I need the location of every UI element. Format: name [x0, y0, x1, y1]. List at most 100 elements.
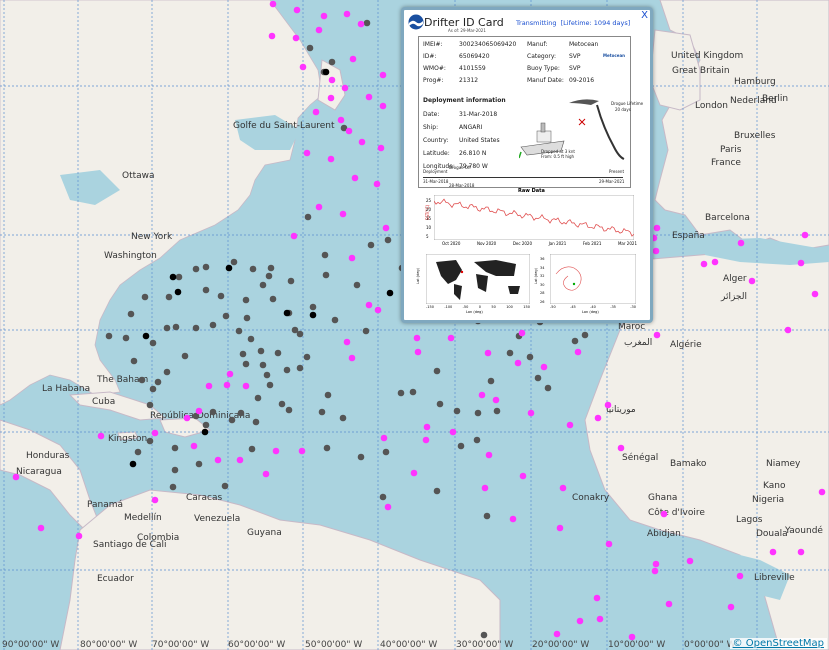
drifter-marker-magenta[interactable]	[315, 203, 323, 211]
drifter-marker-gray[interactable]	[217, 292, 225, 300]
drifter-marker-gray[interactable]	[304, 213, 312, 221]
drifter-marker-black[interactable]	[174, 288, 182, 296]
drifter-marker-gray[interactable]	[544, 384, 552, 392]
drifter-marker-black[interactable]	[225, 264, 233, 272]
drifter-marker-magenta[interactable]	[341, 84, 349, 92]
drifter-marker-magenta[interactable]	[351, 174, 359, 182]
drifter-marker-magenta[interactable]	[358, 138, 366, 146]
drifter-marker-magenta[interactable]	[574, 348, 582, 356]
drifter-marker-magenta[interactable]	[37, 524, 45, 532]
drifter-marker-magenta[interactable]	[423, 423, 431, 431]
drifter-marker-magenta[interactable]	[384, 503, 392, 511]
drifter-marker-magenta[interactable]	[312, 108, 320, 116]
drifter-marker-gray[interactable]	[534, 374, 542, 382]
drifter-marker-magenta[interactable]	[379, 102, 387, 110]
drifter-marker-gray[interactable]	[141, 293, 149, 301]
drifter-marker-magenta[interactable]	[293, 6, 301, 14]
drifter-marker-magenta[interactable]	[223, 381, 231, 389]
drifter-marker-gray[interactable]	[382, 448, 390, 456]
drifter-marker-magenta[interactable]	[660, 510, 668, 518]
drifter-marker-gray[interactable]	[172, 323, 180, 331]
drifter-marker-gray[interactable]	[331, 316, 339, 324]
drifter-marker-magenta[interactable]	[298, 447, 306, 455]
drifter-marker-magenta[interactable]	[485, 451, 493, 459]
drifter-marker-gray[interactable]	[274, 349, 282, 357]
drifter-marker-gray[interactable]	[221, 482, 229, 490]
drifter-marker-gray[interactable]	[453, 407, 461, 415]
drifter-marker-gray[interactable]	[285, 406, 293, 414]
drifter-marker-magenta[interactable]	[151, 496, 159, 504]
drifter-marker-gray[interactable]	[487, 377, 495, 385]
drifter-marker-gray[interactable]	[474, 409, 482, 417]
drifter-marker-gray[interactable]	[263, 371, 271, 379]
drifter-marker-gray[interactable]	[296, 330, 304, 338]
drifter-marker-magenta[interactable]	[784, 326, 792, 334]
drifter-marker-gray[interactable]	[146, 401, 154, 409]
drifter-marker-gray[interactable]	[493, 407, 501, 415]
drifter-marker-magenta[interactable]	[540, 363, 548, 371]
drifter-marker-magenta[interactable]	[345, 127, 353, 135]
drifter-marker-gray[interactable]	[526, 353, 534, 361]
drifter-marker-gray[interactable]	[195, 460, 203, 468]
drifter-marker-magenta[interactable]	[727, 603, 735, 611]
drifter-marker-magenta[interactable]	[349, 55, 357, 63]
drifter-marker-magenta[interactable]	[379, 71, 387, 79]
drifter-marker-magenta[interactable]	[519, 472, 527, 480]
drifter-marker-gray[interactable]	[202, 421, 210, 429]
drifter-marker-magenta[interactable]	[365, 301, 373, 309]
drifter-marker-magenta[interactable]	[556, 524, 564, 532]
drifter-marker-magenta[interactable]	[374, 306, 382, 314]
drifter-marker-gray[interactable]	[169, 483, 177, 491]
drifter-marker-gray[interactable]	[480, 631, 488, 639]
drifter-marker-magenta[interactable]	[299, 63, 307, 71]
drifter-marker-magenta[interactable]	[604, 401, 612, 409]
drifter-marker-black[interactable]	[283, 309, 291, 317]
drifter-marker-gray[interactable]	[581, 331, 589, 339]
drifter-marker-gray[interactable]	[163, 368, 171, 376]
drifter-marker-gray[interactable]	[267, 264, 275, 272]
drifter-marker-gray[interactable]	[265, 272, 273, 280]
drifter-marker-gray[interactable]	[202, 286, 210, 294]
drifter-marker-gray[interactable]	[228, 416, 236, 424]
drifter-marker-magenta[interactable]	[12, 473, 20, 481]
drifter-marker-black[interactable]	[322, 68, 330, 76]
drifter-marker-magenta[interactable]	[262, 470, 270, 478]
drifter-marker-gray[interactable]	[339, 414, 347, 422]
drifter-marker-gray[interactable]	[247, 335, 255, 343]
drifter-marker-gray[interactable]	[171, 444, 179, 452]
drifter-marker-magenta[interactable]	[343, 10, 351, 18]
drifter-marker-magenta[interactable]	[151, 429, 159, 437]
drifter-marker-magenta[interactable]	[653, 331, 661, 339]
drifter-marker-magenta[interactable]	[214, 456, 222, 464]
drifter-marker-gray[interactable]	[259, 361, 267, 369]
drifter-marker-magenta[interactable]	[769, 548, 777, 556]
drifter-marker-gray[interactable]	[433, 367, 441, 375]
drifter-marker-magenta[interactable]	[292, 34, 300, 42]
drifter-marker-magenta[interactable]	[447, 334, 455, 342]
drifter-marker-gray[interactable]	[175, 273, 183, 281]
drifter-marker-magenta[interactable]	[195, 407, 203, 415]
drifter-marker-magenta[interactable]	[518, 329, 526, 337]
drifter-marker-magenta[interactable]	[272, 447, 280, 455]
drifter-marker-gray[interactable]	[105, 332, 113, 340]
drifter-marker-magenta[interactable]	[410, 469, 418, 477]
drifter-marker-magenta[interactable]	[797, 548, 805, 556]
drifter-marker-magenta[interactable]	[226, 370, 234, 378]
drifter-marker-gray[interactable]	[379, 493, 387, 501]
drifter-marker-gray[interactable]	[252, 418, 260, 426]
drifter-marker-magenta[interactable]	[268, 32, 276, 40]
drifter-marker-gray[interactable]	[237, 409, 245, 417]
drifter-marker-gray[interactable]	[278, 400, 286, 408]
drifter-marker-magenta[interactable]	[553, 630, 561, 638]
drifter-marker-magenta[interactable]	[327, 155, 335, 163]
drifter-marker-black[interactable]	[201, 428, 209, 436]
drifter-marker-magenta[interactable]	[327, 94, 335, 102]
drifter-marker-magenta[interactable]	[373, 180, 381, 188]
drifter-marker-gray[interactable]	[384, 236, 392, 244]
drifter-marker-gray[interactable]	[318, 408, 326, 416]
drifter-marker-gray[interactable]	[209, 321, 217, 329]
drifter-marker-black[interactable]	[309, 311, 317, 319]
drifter-marker-gray[interactable]	[473, 436, 481, 444]
drifter-marker-gray[interactable]	[322, 271, 330, 279]
drifter-marker-magenta[interactable]	[527, 409, 535, 417]
